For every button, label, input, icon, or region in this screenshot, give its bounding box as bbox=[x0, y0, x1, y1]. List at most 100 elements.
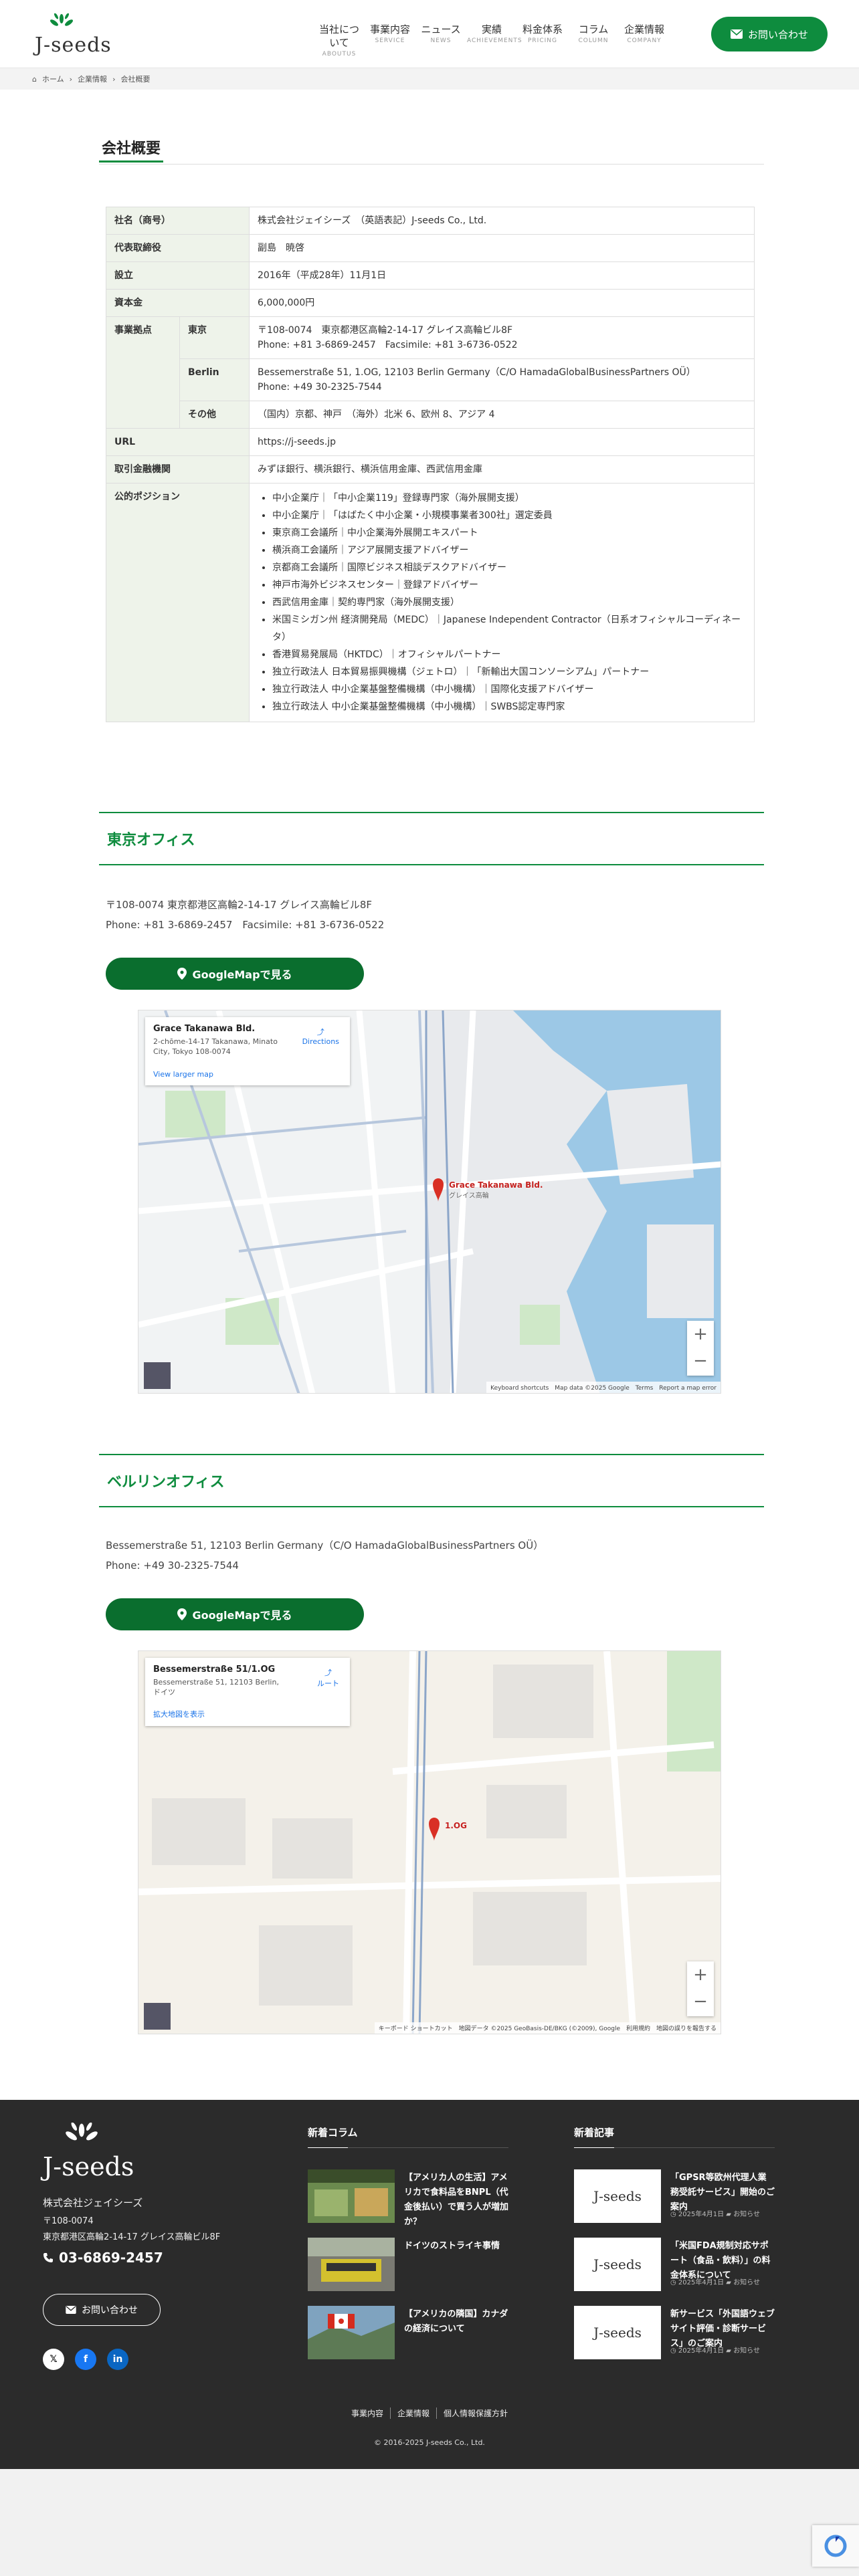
map-pin-icon bbox=[177, 1608, 187, 1620]
nav-label: コラム bbox=[578, 23, 609, 35]
footer-address: 東京都港区高輪2-14-17 グレイス高輪ビル8F bbox=[43, 2232, 221, 2242]
row-value: 〒108-0074 東京都港区高輪2-14-17 グレイス高輪ビル8F Phone… bbox=[249, 316, 755, 359]
list-item: 京都商工会議所｜国際ビジネス相談デスクアドバイザー bbox=[272, 559, 746, 576]
nav-sublabel: COMPANY bbox=[627, 37, 662, 44]
positions-list: 中小企業庁｜「中小企業119」登録専門家（海外展開支援） 中小企業庁｜「はばたく… bbox=[258, 490, 746, 716]
nav-about[interactable]: 当社について ABOUTUS bbox=[314, 23, 364, 59]
news-post[interactable]: J-seeds 「GPSR等欧州代理人業務受託サービス」開始のご案内 ◷ 202… bbox=[574, 2169, 775, 2223]
mail-icon bbox=[730, 29, 743, 39]
nav-service[interactable]: 事業内容 SERVICE bbox=[365, 23, 415, 59]
tokyo-map[interactable]: Grace Takanawa Bld. 2-chōme-14-17 Takana… bbox=[138, 1010, 721, 1394]
column-post[interactable]: 【アメリカの隣国】カナダの経済について bbox=[308, 2306, 508, 2359]
footer-phone[interactable]: 03-6869-2457 bbox=[43, 2250, 163, 2266]
directions-link[interactable]: ⤴ ルート bbox=[317, 1667, 339, 1689]
zoom-out-icon[interactable]: − bbox=[687, 1988, 714, 2015]
map-attribution[interactable]: キーボード ショートカット 地図データ ©2025 GeoBasis-DE/BK… bbox=[374, 2022, 721, 2034]
column-thumbnail bbox=[308, 2306, 395, 2359]
phone-icon bbox=[43, 2253, 53, 2262]
chevron-right-icon: › bbox=[112, 74, 116, 84]
nav-column[interactable]: コラム COLUMN bbox=[569, 23, 618, 59]
x-icon[interactable]: 𝕏 bbox=[43, 2349, 64, 2370]
map-button-label: GoogleMapで見る bbox=[192, 968, 292, 981]
tokyo-office-address: 〒108-0074 東京都港区高輪2-14-17 グレイス高輪ビル8F Phon… bbox=[106, 895, 384, 935]
tokyo-office-title: 東京オフィス bbox=[99, 812, 764, 865]
logo-sprout-icon bbox=[50, 13, 73, 26]
nav-company[interactable]: 企業情報 COMPANY bbox=[619, 23, 669, 59]
footer-link-service[interactable]: 事業内容 bbox=[345, 2407, 390, 2419]
news-date: 2025年4月1日 bbox=[678, 2211, 725, 2218]
breadcrumb-home[interactable]: ホーム bbox=[42, 74, 64, 84]
tokyo-phone-line: Phone: +81 3-6869-2457 Facsimile: +81 3-… bbox=[106, 919, 385, 931]
map-button-label: GoogleMapで見る bbox=[192, 1609, 292, 1622]
news-post[interactable]: J-seeds 「米国FDA規制対応サポート（食品・飲料）」の料金体系について … bbox=[574, 2238, 775, 2291]
footer-link-company[interactable]: 企業情報 bbox=[389, 2407, 436, 2419]
linkedin-icon[interactable]: in bbox=[107, 2349, 128, 2370]
footer-link-privacy[interactable]: 個人情報保護方針 bbox=[436, 2407, 514, 2419]
directions-link[interactable]: ⤴ Directions bbox=[302, 1027, 339, 1046]
nav-label: 料金体系 bbox=[522, 23, 563, 35]
berlin-googlemap-button[interactable]: GoogleMapで見る bbox=[106, 1598, 364, 1630]
column-post[interactable]: ドイツのストライキ事情 bbox=[308, 2238, 508, 2291]
footer-logo[interactable]: J-seeds bbox=[43, 2123, 143, 2184]
table-row: URL https://j-seeds.jp bbox=[106, 428, 755, 456]
row-header: 公的ポジション bbox=[106, 483, 250, 722]
news-date: 2025年4月1日 bbox=[678, 2347, 725, 2355]
directions-icon: ⤴ bbox=[324, 1669, 332, 1677]
map-attribution[interactable]: Keyboard shortcuts Map data ©2025 Google… bbox=[486, 1382, 721, 1393]
nav-label: ニュース bbox=[421, 23, 461, 35]
copyright: © 2016-2025 J-seeds Co., Ltd. bbox=[374, 2438, 485, 2447]
site-logo[interactable]: J-seeds bbox=[35, 13, 115, 57]
map-info-card: Grace Takanawa Bld. 2-chōme-14-17 Takana… bbox=[145, 1017, 350, 1085]
news-category: お知らせ bbox=[733, 2211, 760, 2218]
row-header: 設立 bbox=[106, 261, 250, 290]
berlin-phone: Phone: +49 30-2325-7544 bbox=[258, 382, 382, 393]
map-pin-label: Grace Takanawa Bld. グレイス高輪 bbox=[449, 1180, 543, 1200]
footer-contact-button[interactable]: お問い合わせ bbox=[43, 2294, 161, 2326]
map-zoom-control[interactable]: + − bbox=[687, 1321, 714, 1376]
recaptcha-badge[interactable] bbox=[812, 2525, 859, 2567]
nav-label: 企業情報 bbox=[624, 23, 664, 35]
header-contact-button[interactable]: お問い合わせ bbox=[711, 17, 828, 51]
zoom-out-icon[interactable]: − bbox=[687, 1348, 714, 1374]
facebook-icon[interactable]: f bbox=[75, 2349, 96, 2370]
view-larger-map-link[interactable]: View larger map bbox=[153, 1070, 213, 1079]
view-larger-map-link[interactable]: 拡大地図を表示 bbox=[153, 1709, 205, 1719]
clock-icon: ◷ bbox=[670, 2347, 676, 2355]
clock-icon: ◷ bbox=[670, 2279, 676, 2286]
clock-icon: ◷ bbox=[670, 2211, 676, 2218]
list-item: 東京商工会議所｜中小企業海外展開エキスパート bbox=[272, 524, 746, 542]
main-nav: 当社について ABOUTUS 事業内容 SERVICE ニュース NEWS 実績 ACH… bbox=[314, 23, 670, 59]
map-zoom-control[interactable]: + − bbox=[687, 1961, 714, 2016]
table-row: 事業拠点 東京 〒108-0074 東京都港区高輪2-14-17 グレイス高輪ビ… bbox=[106, 316, 755, 429]
list-item: 香港貿易発展局（HKTDC）｜オフィシャルパートナー bbox=[272, 646, 746, 663]
column-post-title: 【アメリカ人の生活】アメリカで食料品をBNPL（代金後払い）で買う人が増加か？ bbox=[404, 2173, 509, 2227]
nav-label: 事業内容 bbox=[369, 23, 410, 35]
nav-label: 当社について bbox=[318, 23, 359, 49]
footer-links: 事業内容 企業情報 個人情報保護方針 bbox=[0, 2407, 859, 2419]
column-post[interactable]: 【アメリカ人の生活】アメリカで食料品をBNPL（代金後払い）で買う人が増加か？ bbox=[308, 2169, 508, 2227]
nav-sublabel: NEWS bbox=[430, 37, 452, 44]
berlin-map[interactable]: Bessemerstraße 51/1.OG Bessemerstraße 51… bbox=[138, 1650, 721, 2034]
news-thumbnail: J-seeds bbox=[574, 2306, 661, 2359]
row-header: 事業拠点 bbox=[106, 316, 180, 429]
news-post[interactable]: J-seeds 新サービス「外国語ウェブサイト評価・診断サービス」のご案内 ◷ … bbox=[574, 2306, 775, 2359]
tokyo-phone: Phone: +81 3-6869-2457 Facsimile: +81 3-… bbox=[258, 340, 518, 350]
tokyo-googlemap-button[interactable]: GoogleMapで見る bbox=[106, 958, 364, 990]
footer-company-name: 株式会社ジェイシーズ bbox=[43, 2197, 143, 2209]
nav-achievements[interactable]: 実績 ACHIEVEMENTS bbox=[467, 23, 522, 59]
nav-news[interactable]: ニュース NEWS bbox=[416, 23, 466, 59]
table-row: その他 （国内）京都、神戸 （海外）北米 6、欧州 8、アジア 4 bbox=[106, 401, 755, 429]
nav-pricing[interactable]: 料金体系 PRICING bbox=[518, 23, 567, 59]
url-link[interactable]: https://j-seeds.jp bbox=[249, 428, 755, 456]
sub-header: 東京 bbox=[179, 316, 250, 359]
list-item: 神戸市海外ビジネスセンター｜登録アドバイザー bbox=[272, 576, 746, 594]
nav-sublabel: ACHIEVEMENTS bbox=[467, 37, 522, 44]
zoom-in-icon[interactable]: + bbox=[687, 1961, 714, 1988]
news-date: 2025年4月1日 bbox=[678, 2279, 725, 2286]
zoom-in-icon[interactable]: + bbox=[687, 1321, 714, 1348]
berlin-address-line: Bessemerstraße 51, 12103 Berlin Germany（… bbox=[106, 1539, 544, 1551]
news-post-meta: ◷ 2025年4月1日 ▰ お知らせ bbox=[670, 2345, 760, 2355]
breadcrumb-parent[interactable]: 企業情報 bbox=[78, 74, 107, 84]
berlin-address: Bessemerstraße 51, 1.OG, 12103 Berlin Ge… bbox=[258, 367, 696, 378]
list-item: 中小企業庁｜「中小企業119」登録専門家（海外展開支援） bbox=[272, 490, 746, 507]
